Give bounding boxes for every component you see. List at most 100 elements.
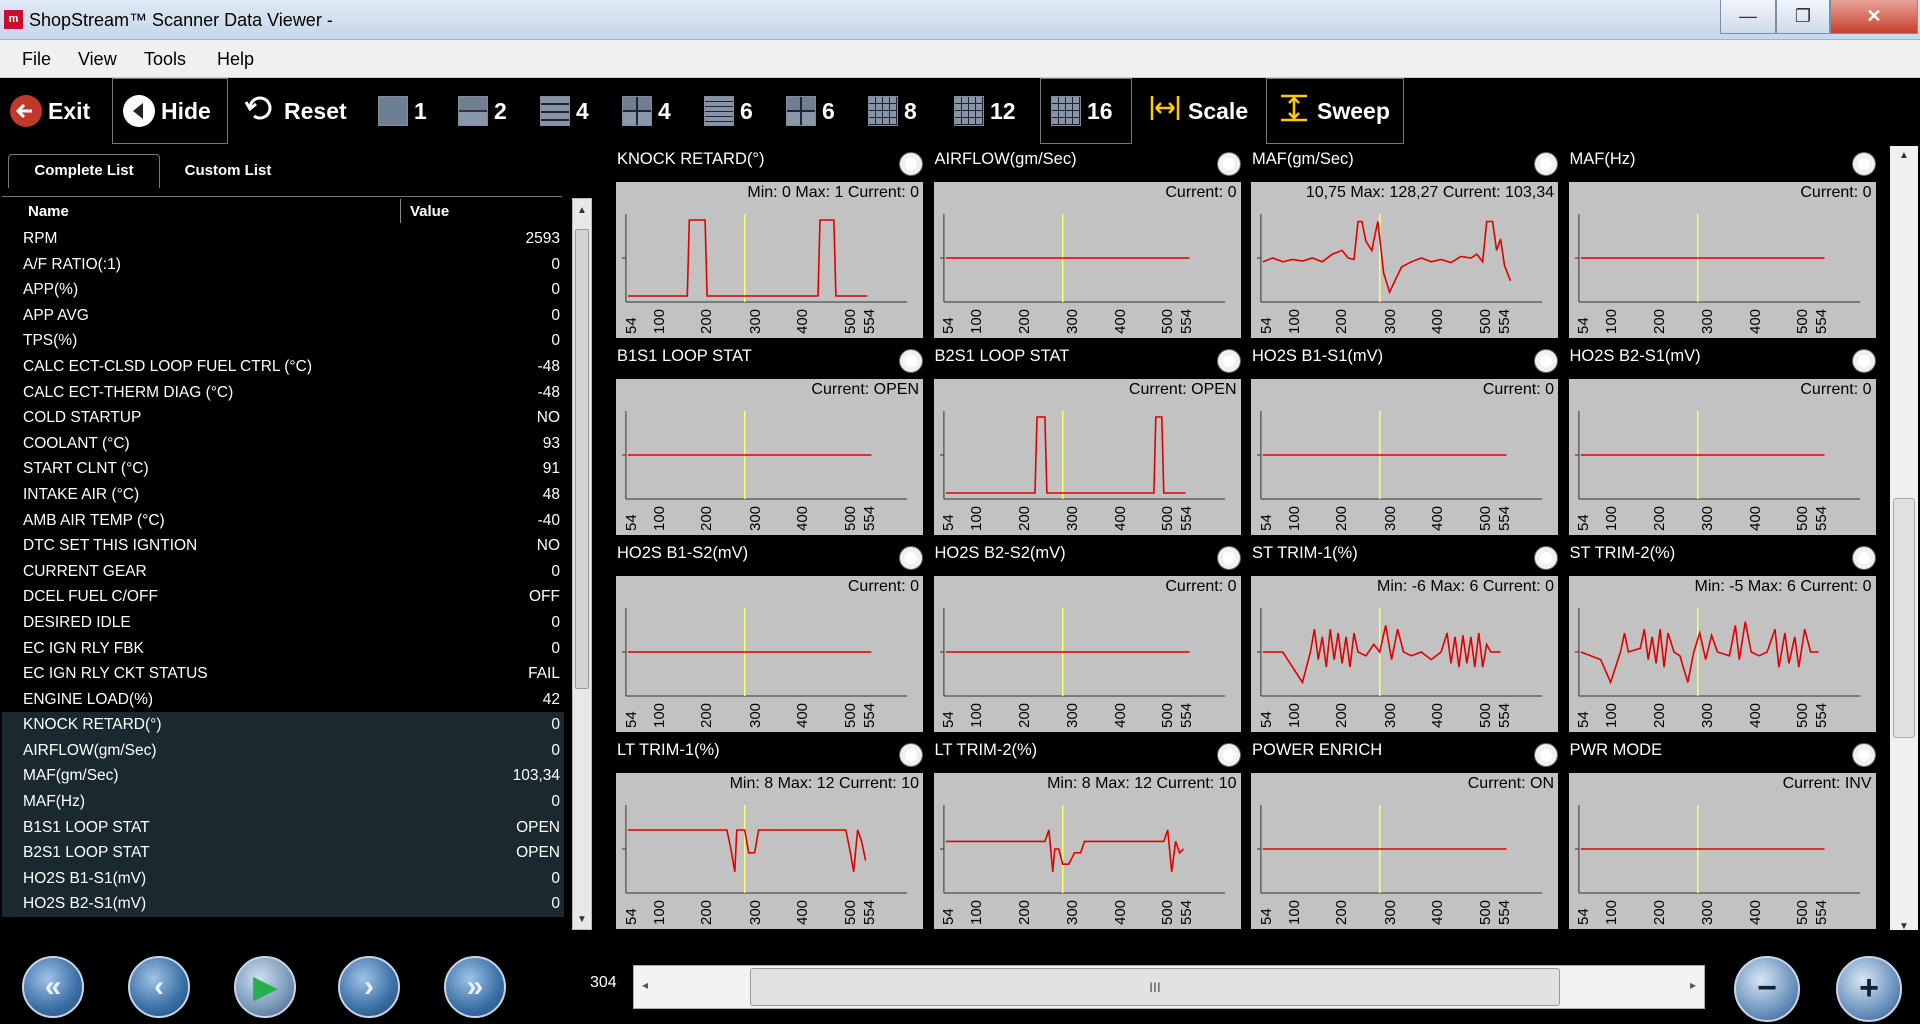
list-item[interactable]: CURRENT GEAR 0 <box>2 559 564 585</box>
layout-6-rows-button[interactable]: 6 <box>694 78 766 144</box>
graph-plot[interactable]: Current: OPEN 54 100 200 300 400 500 554 <box>933 379 1241 535</box>
list-item[interactable]: ENGINE LOAD(%) 42 <box>2 687 564 713</box>
list-scrollbar[interactable]: ▲ ▼ <box>572 198 592 930</box>
timeline-right-icon[interactable]: ▸ <box>1690 978 1696 992</box>
scroll-down-icon[interactable]: ▼ <box>577 914 587 925</box>
graph-options-icon[interactable] <box>1535 744 1557 766</box>
graph-options-icon[interactable] <box>1852 153 1875 175</box>
hide-button[interactable]: Hide <box>112 78 228 144</box>
list-item[interactable]: AIRFLOW(gm/Sec) 0 <box>2 737 564 764</box>
play-button[interactable]: ▶ <box>234 956 296 1018</box>
zoom-in-button[interactable]: + <box>1836 956 1902 1022</box>
graph-options-icon[interactable] <box>1852 744 1875 766</box>
list-item[interactable]: COOLANT (°C) 93 <box>2 431 564 457</box>
graph-plot[interactable]: Current: 0 54 100 200 300 400 500 554 <box>616 576 923 732</box>
list-item[interactable]: A/F RATIO(:1) 0 <box>2 252 564 278</box>
exit-button[interactable]: Exit <box>0 78 108 144</box>
graph-panel[interactable]: KNOCK RETARD(°) Min: 0 Max: 1 Current: 0 5… <box>614 146 925 338</box>
layout-12-button[interactable]: 12 <box>944 78 1038 144</box>
tab-custom-list[interactable]: Custom List <box>160 154 296 188</box>
reset-button[interactable]: Reset <box>234 78 362 144</box>
graph-panel[interactable]: AIRFLOW(gm/Sec) Current: 0 54 100 200 300 400 5… <box>932 146 1243 338</box>
timeline-thumb[interactable]: III <box>750 968 1560 1006</box>
graph-panel[interactable]: MAF(Hz) Current: 0 54 100 200 300 400 500 554 <box>1567 146 1878 338</box>
graph-plot[interactable]: Min: 8 Max: 12 Current: 10 54 100 200 300 400… <box>933 773 1241 929</box>
graph-options-icon[interactable] <box>1217 350 1240 372</box>
layout-16-button[interactable]: 16 <box>1040 78 1132 144</box>
list-item[interactable]: RPM 2593 <box>2 226 564 252</box>
graph-plot[interactable]: Min: 8 Max: 12 Current: 10 54 100 200 300 400… <box>616 773 923 929</box>
sweep-button[interactable]: Sweep <box>1266 78 1404 144</box>
step-forward-button[interactable]: › <box>338 956 400 1018</box>
list-item[interactable]: B2S1 LOOP STAT OPEN <box>2 840 564 866</box>
graph-options-icon[interactable] <box>1217 547 1240 569</box>
menu-file[interactable]: File <box>22 49 51 70</box>
graph-options-icon[interactable] <box>900 744 922 766</box>
graph-options-icon[interactable] <box>1217 153 1240 175</box>
list-scroll-thumb[interactable] <box>575 229 589 689</box>
graph-panel[interactable]: HO2S B2-S2(mV) Current: 0 54 100 200 300 400 50… <box>932 540 1243 732</box>
graph-options-icon[interactable] <box>1217 744 1240 766</box>
list-item[interactable]: MAF(gm/Sec) 103,34 <box>2 763 564 790</box>
layout-2-button[interactable]: 2 <box>448 78 520 144</box>
list-item[interactable]: INTAKE AIR (°C) 48 <box>2 482 564 508</box>
list-item[interactable]: DCEL FUEL C/OFF OFF <box>2 584 564 610</box>
list-item[interactable]: TPS(%) 0 <box>2 328 564 354</box>
list-item[interactable]: COLD STARTUP NO <box>2 405 564 431</box>
list-item[interactable]: HO2S B2-S1(mV) 0 <box>2 891 564 918</box>
graph-panel[interactable]: POWER ENRICH Current: ON 54 100 200 300 400 500… <box>1249 737 1560 929</box>
layout-4-grid-button[interactable]: 4 <box>612 78 684 144</box>
maximize-button[interactable]: ❐ <box>1776 0 1830 34</box>
step-back-button[interactable]: ‹ <box>128 956 190 1018</box>
graph-options-icon[interactable] <box>1535 153 1557 175</box>
timeline-scrollbar[interactable]: ◂ III ▸ <box>633 965 1705 1009</box>
graph-panel[interactable]: B1S1 LOOP STAT Current: OPEN 54 100 200 300 40… <box>614 343 925 535</box>
graph-options-icon[interactable] <box>900 547 922 569</box>
graph-panel[interactable]: B2S1 LOOP STAT Current: OPEN 54 100 200 300 40… <box>932 343 1243 535</box>
list-item[interactable]: START CLNT (°C) 91 <box>2 456 564 482</box>
layout-1-button[interactable]: 1 <box>368 78 440 144</box>
graph-panel[interactable]: HO2S B1-S2(mV) Current: 0 54 100 200 300 400 50… <box>614 540 925 732</box>
graph-panel[interactable]: HO2S B1-S1(mV) Current: 0 54 100 200 300 400 50… <box>1249 343 1560 535</box>
list-item[interactable]: EC IGN RLY FBK 0 <box>2 636 564 662</box>
fast-forward-end-button[interactable]: » <box>444 956 506 1018</box>
list-item[interactable]: AMB AIR TEMP (°C) -40 <box>2 508 564 534</box>
tab-complete-list[interactable]: Complete List <box>8 154 160 188</box>
list-item[interactable]: EC IGN RLY CKT STATUS FAIL <box>2 661 564 687</box>
graph-panel[interactable]: HO2S B2-S1(mV) Current: 0 54 100 200 300 400 50… <box>1567 343 1878 535</box>
scale-button[interactable]: Scale <box>1138 78 1262 144</box>
list-item[interactable]: CALC ECT-CLSD LOOP FUEL CTRL (°C) -48 <box>2 354 564 380</box>
graph-options-icon[interactable] <box>900 350 922 372</box>
graph-options-icon[interactable] <box>1535 547 1557 569</box>
graph-plot[interactable]: Current: 0 54 100 200 300 400 500 554 <box>1251 379 1558 535</box>
graph-panel[interactable]: MAF(gm/Sec) 10,75 Max: 128,27 Current: 10… <box>1249 146 1560 338</box>
list-item[interactable]: KNOCK RETARD(°) 0 <box>2 712 564 738</box>
graph-plot[interactable]: Current: 0 54 100 200 300 400 500 554 <box>933 182 1241 338</box>
graph-plot[interactable]: Min: -5 Max: 6 Current: 0 54 100 200 300 400 5… <box>1568 576 1876 732</box>
graph-plot[interactable]: Min: 0 Max: 1 Current: 0 54 100 200 300 400 50… <box>616 182 923 338</box>
menu-tools[interactable]: Tools <box>144 49 186 70</box>
graph-plot[interactable]: Current: INV 54 100 200 300 400 500 554 <box>1568 773 1876 929</box>
graph-options-icon[interactable] <box>1535 350 1557 372</box>
graph-plot[interactable]: Current: 0 54 100 200 300 400 500 554 <box>933 576 1241 732</box>
graph-scroll-up-icon[interactable]: ▲ <box>1899 150 1909 161</box>
close-button[interactable]: ✕ <box>1830 0 1918 34</box>
list-item[interactable]: CALC ECT-THERM DIAG (°C) -48 <box>2 380 564 406</box>
graph-scroll-thumb[interactable] <box>1893 498 1915 738</box>
menu-view[interactable]: View <box>78 49 117 70</box>
list-item[interactable]: APP AVG 0 <box>2 303 564 329</box>
layout-4-rows-button[interactable]: 4 <box>530 78 602 144</box>
scroll-up-icon[interactable]: ▲ <box>577 205 587 216</box>
graph-options-icon[interactable] <box>1852 547 1875 569</box>
layout-8-button[interactable]: 8 <box>858 78 930 144</box>
list-item[interactable]: DTC SET THIS IGNTION NO <box>2 533 564 559</box>
name-column-header[interactable]: Name <box>28 203 69 220</box>
graph-options-icon[interactable] <box>900 153 922 175</box>
graph-plot[interactable]: Current: 0 54 100 200 300 400 500 554 <box>1568 379 1876 535</box>
value-column-header[interactable]: Value <box>410 203 449 220</box>
graph-plot[interactable]: 10,75 Max: 128,27 Current: 103,34 54 100 20… <box>1251 182 1558 338</box>
layout-6-grid-button[interactable]: 6 <box>776 78 848 144</box>
graph-plot[interactable]: Current: ON 54 100 200 300 400 500 554 <box>1251 773 1558 929</box>
graph-plot[interactable]: Current: 0 54 100 200 300 400 500 554 <box>1568 182 1876 338</box>
list-item[interactable]: HO2S B1-S1(mV) 0 <box>2 865 564 892</box>
